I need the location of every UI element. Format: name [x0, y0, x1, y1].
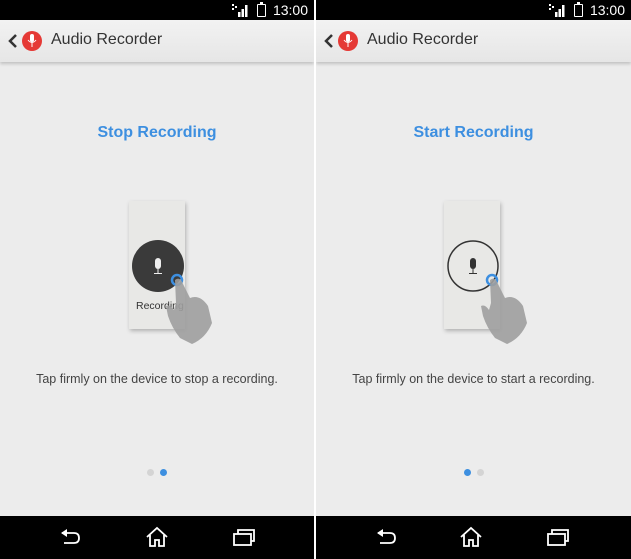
instruction-text: Tap firmly on the device to stop a recor…	[36, 372, 278, 386]
navigation-bar	[316, 516, 631, 559]
signal-icon	[549, 4, 565, 17]
app-title: Audio Recorder	[367, 31, 479, 48]
nav-back-icon[interactable]	[374, 526, 398, 548]
hand-pointer-icon	[481, 278, 527, 344]
nav-home-icon[interactable]	[145, 526, 169, 548]
nav-home-icon[interactable]	[459, 526, 483, 548]
nav-recent-apps-icon[interactable]	[232, 526, 256, 548]
signal-icon	[232, 4, 248, 17]
battery-icon	[574, 2, 583, 17]
phone-screen-stop: 13:00 Audio Recorder Stop Recording Reco…	[0, 0, 314, 559]
microphone-icon	[22, 31, 42, 51]
page-dot-2[interactable]	[476, 469, 484, 476]
battery-icon	[257, 2, 266, 17]
status-bar: 13:00	[316, 0, 631, 20]
back-icon[interactable]	[322, 32, 336, 50]
status-time: 13:00	[589, 2, 625, 18]
nav-recent-apps-icon[interactable]	[546, 526, 570, 548]
page-dot-2-active[interactable]	[160, 469, 167, 476]
back-icon[interactable]	[6, 32, 20, 50]
app-bar: Audio Recorder	[316, 20, 631, 62]
hand-pointer-icon	[166, 278, 212, 344]
phone-screen-start: 13:00 Audio Recorder Start Recording Tap…	[316, 0, 631, 559]
tap-illustration	[316, 198, 631, 348]
page-indicator	[316, 469, 631, 476]
app-title: Audio Recorder	[51, 31, 163, 48]
status-bar: 13:00	[0, 0, 314, 20]
page-indicator	[0, 469, 314, 476]
page-heading: Stop Recording	[97, 124, 217, 141]
nav-back-icon[interactable]	[58, 526, 82, 548]
tap-illustration: Recording	[0, 198, 314, 348]
record-button-graphic	[447, 240, 527, 344]
page-dot-1[interactable]	[147, 469, 154, 476]
instruction-text: Tap firmly on the device to start a reco…	[352, 372, 595, 386]
app-bar: Audio Recorder	[0, 20, 314, 62]
recording-button-graphic: Recording	[132, 240, 212, 344]
microphone-icon	[338, 31, 358, 51]
page-heading: Start Recording	[413, 124, 534, 141]
status-time: 13:00	[272, 2, 308, 18]
navigation-bar	[0, 516, 314, 559]
page-dot-1-active[interactable]	[463, 469, 471, 476]
